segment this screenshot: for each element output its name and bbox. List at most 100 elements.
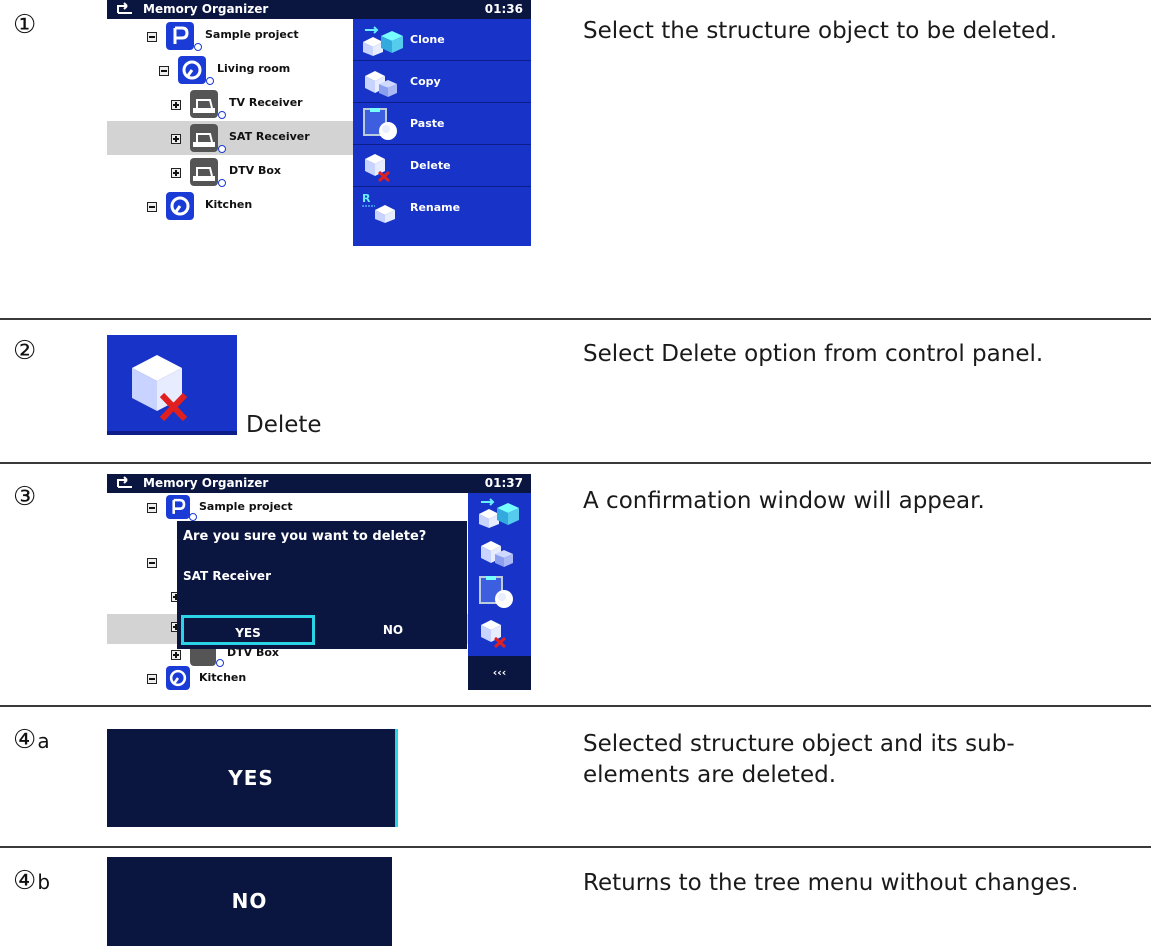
node-ring [218, 145, 226, 153]
tree-node-room[interactable]: Kitchen [107, 189, 353, 223]
no-button-closeup[interactable]: NO [107, 857, 392, 946]
tree-node-device-selected[interactable]: SAT Receiver [107, 121, 353, 155]
yes-button[interactable]: YES [181, 615, 315, 645]
tree-label: TV Receiver [229, 96, 303, 109]
collapse-icon[interactable] [147, 32, 157, 42]
step-2-marker: ② [13, 336, 37, 366]
step-4a-description-line-1: Selected structure object and its sub- [583, 731, 1015, 757]
node-ring [194, 43, 202, 51]
paste-icon [363, 108, 397, 140]
collapse-icon[interactable] [147, 674, 157, 684]
tree-label: Living room [217, 62, 291, 75]
step-3-description: A confirmation window will appear. [583, 488, 985, 514]
step-4b-description: Returns to the tree menu without changes… [583, 870, 1079, 896]
delete-button-closeup[interactable] [107, 335, 237, 435]
expand-icon[interactable] [171, 134, 181, 144]
clone-label: Clone [410, 33, 445, 46]
paste-icon[interactable] [477, 576, 521, 608]
device-icon [190, 90, 218, 118]
step-4b-letter: b [37, 870, 51, 894]
delete-button[interactable]: Delete [353, 145, 531, 187]
memory-organizer-screen-1: Memory Organizer 01:36 Sample project Li… [107, 0, 531, 246]
copy-label: Copy [410, 75, 441, 88]
step-4a-marker: ④a [13, 727, 50, 753]
tree-label: DTV Box [229, 164, 282, 177]
button-base [107, 431, 237, 433]
collapse-icon[interactable] [147, 202, 157, 212]
tree-label: Sample project [199, 500, 293, 513]
expand-icon[interactable] [171, 100, 181, 110]
divider [0, 705, 1151, 707]
rename-button[interactable]: R Rename [353, 187, 531, 228]
screen-title: Memory Organizer [143, 476, 269, 490]
room-icon [178, 56, 206, 84]
project-icon [166, 495, 190, 519]
dialog-question: Are you sure you want to delete? [183, 529, 427, 544]
tree-node-room[interactable]: Living room [107, 53, 353, 87]
divider [0, 846, 1151, 848]
step-2-description: Select Delete option from control panel. [583, 341, 1044, 367]
tree-label: SAT Receiver [229, 130, 310, 143]
project-icon [166, 22, 194, 50]
rename-icon: R [362, 192, 395, 223]
step-3-marker: ③ [13, 482, 37, 512]
memory-organizer-screen-2: Memory Organizer 01:37 Sample project DT… [107, 474, 531, 690]
delete-label: Delete [246, 412, 322, 438]
tree-label: Kitchen [199, 671, 247, 684]
room-icon [166, 192, 194, 220]
back-icon[interactable] [115, 1, 135, 17]
delete-icon[interactable] [477, 616, 521, 648]
delete-confirmation-dialog: Are you sure you want to delete? SAT Rec… [177, 521, 467, 649]
dialog-item-name: SAT Receiver [183, 569, 271, 583]
tree-node-room[interactable]: Kitchen [107, 666, 468, 690]
device-icon [190, 124, 218, 152]
divider [0, 318, 1151, 320]
back-icon[interactable] [115, 475, 135, 491]
clone-button[interactable]: Clone [353, 19, 531, 61]
control-panel-collapsed: ‹‹‹ [468, 493, 531, 690]
step-4a-description: Selected structure object and its sub- e… [583, 729, 1015, 791]
tree-label: Kitchen [205, 198, 253, 211]
clone-icon[interactable] [477, 496, 521, 528]
clock: 01:37 [484, 476, 523, 490]
device-icon [190, 158, 218, 186]
copy-button[interactable]: Copy [353, 61, 531, 103]
node-ring [218, 179, 226, 187]
step-4a-number: ④ [13, 725, 37, 755]
expand-icon[interactable] [171, 650, 181, 660]
step-4b-number: ④ [13, 866, 37, 896]
node-ring [189, 513, 197, 521]
tree-node-device[interactable]: TV Receiver [107, 87, 353, 121]
tree-node-device[interactable]: DTV Box [107, 155, 353, 189]
svg-text:R: R [362, 192, 371, 205]
step-4a-letter: a [37, 729, 50, 753]
room-icon [166, 666, 190, 690]
expand-icon[interactable] [171, 168, 181, 178]
delete-icon [132, 355, 188, 422]
divider [0, 462, 1151, 464]
yes-button-closeup[interactable]: YES [107, 729, 398, 827]
delete-label: Delete [410, 159, 451, 172]
collapse-icon[interactable] [147, 558, 157, 568]
node-ring [218, 111, 226, 119]
step-4b-marker: ④b [13, 868, 50, 894]
collapse-icon[interactable] [159, 66, 169, 76]
node-ring [206, 77, 214, 85]
title-bar: Memory Organizer 01:37 [107, 474, 531, 493]
tree-node-project[interactable]: Sample project [107, 19, 353, 53]
more-button[interactable]: ‹‹‹ [468, 656, 531, 690]
step-1-description: Select the structure object to be delete… [583, 18, 1058, 44]
collapse-icon[interactable] [147, 503, 157, 513]
title-bar: Memory Organizer 01:36 [107, 0, 531, 19]
step-1-marker: ① [13, 10, 37, 40]
tree-label: Sample project [205, 28, 299, 41]
tree-node-project[interactable]: Sample project [107, 493, 468, 521]
paste-button[interactable]: Paste [353, 103, 531, 145]
step-4a-description-line-2: elements are deleted. [583, 762, 837, 788]
rename-label: Rename [410, 201, 461, 214]
no-button[interactable]: NO [323, 615, 463, 645]
clone-icon [363, 26, 403, 56]
delete-icon [365, 154, 391, 182]
copy-icon[interactable] [477, 536, 521, 568]
control-panel: Clone Copy Paste Delete R Rename [353, 19, 531, 246]
